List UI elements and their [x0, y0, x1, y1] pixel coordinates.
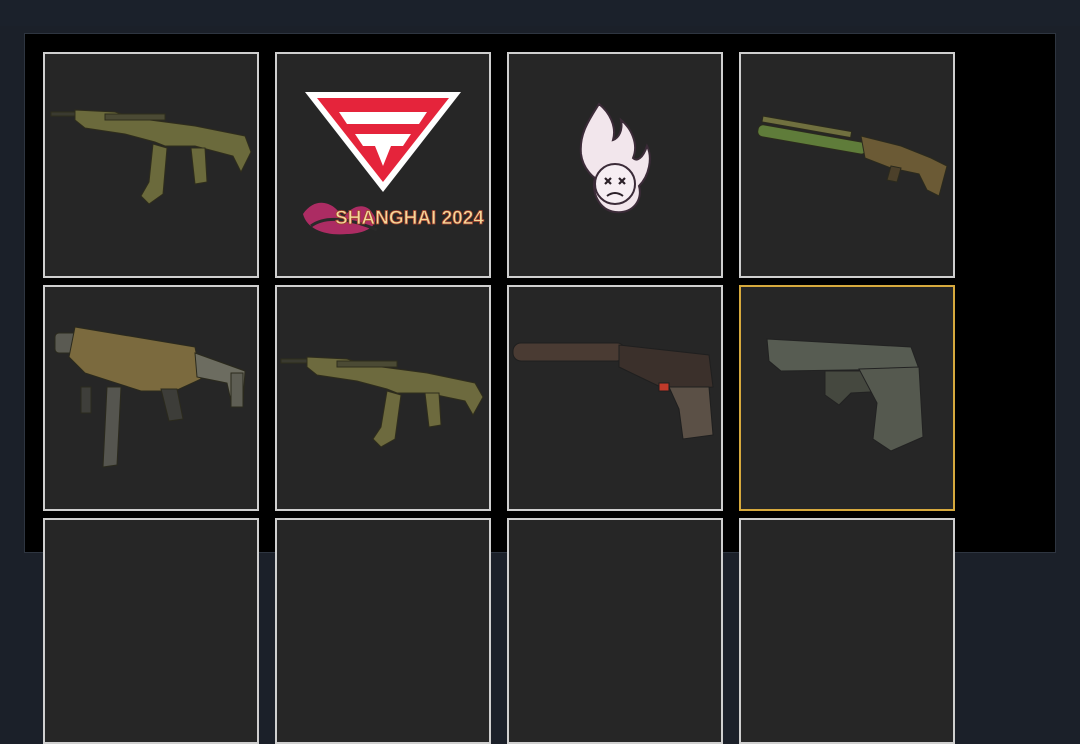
- inventory-slot-9[interactable]: [43, 518, 259, 744]
- inventory-slot-3[interactable]: [507, 52, 723, 278]
- inventory-slot-8[interactable]: [739, 285, 955, 511]
- rifle-icon: [280, 356, 484, 448]
- inventory-slot-1[interactable]: [43, 52, 259, 278]
- smg-icon: [54, 326, 246, 468]
- shotgun-icon: [757, 115, 948, 197]
- inventory-slot-2[interactable]: SHANGHAI 2024: [275, 52, 491, 278]
- window-header-strip: [0, 0, 1080, 26]
- inventory-slot-7[interactable]: [507, 285, 723, 511]
- inventory-slot-6[interactable]: [275, 285, 491, 511]
- team-sticker-icon: SHANGHAI 2024: [303, 92, 485, 235]
- flame-skull-icon: [579, 102, 651, 214]
- inventory-slot-5[interactable]: [43, 285, 259, 511]
- inventory-slot-11[interactable]: [507, 518, 723, 744]
- pistol-icon: [766, 338, 924, 452]
- sticker-event-text: SHANGHAI 2024: [335, 208, 484, 229]
- rifle-icon: [50, 109, 252, 205]
- inventory-slot-12[interactable]: [739, 518, 955, 744]
- silenced-pistol-icon: [512, 342, 714, 440]
- inventory-panel: SHANGHAI 2024: [24, 33, 1056, 744]
- inventory-slot-4[interactable]: [739, 52, 955, 278]
- inventory-slot-10[interactable]: [275, 518, 491, 744]
